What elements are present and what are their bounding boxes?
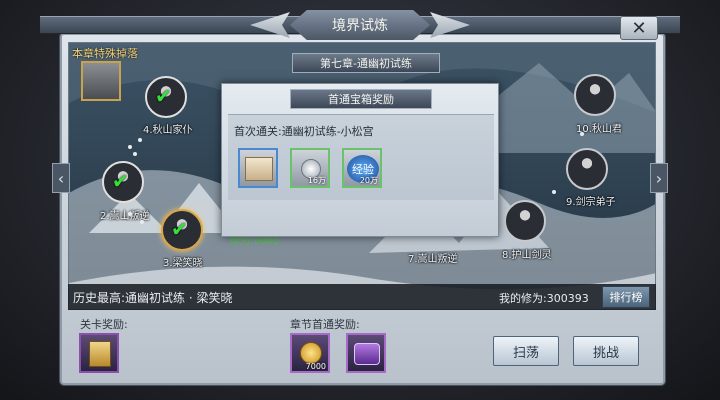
path-dot [138,138,142,142]
reward-item-exp[interactable]: 经验 20万 [342,148,382,188]
reward-item-silver[interactable]: 16万 [290,148,330,188]
cleared-check-icon: ✔ [155,84,172,108]
scroll-icon [245,157,273,181]
gold-coin-icon [300,342,322,364]
stage-reward-item[interactable] [79,333,119,373]
window-title: 境界试炼 [290,10,430,40]
stage-label-7: 7.嵩山叛逆 [408,254,458,265]
title-bar: 境界试炼 [40,10,680,40]
chevron-left-icon: ‹ [57,168,65,188]
reward-amount: 7000 [305,362,326,371]
path-dot [552,190,556,194]
cleared-check-icon: ✔ [171,217,188,241]
stage-node-10[interactable] [574,74,616,116]
path-dot [140,220,144,224]
special-drop-portrait[interactable] [81,61,121,101]
special-drop-label: 本章特殊掉落 [72,47,138,60]
stage-node-4[interactable]: ✔ [145,76,187,118]
reward-item-scroll[interactable] [238,148,278,188]
stage-label-4: 4.秋山家仆 [143,125,193,136]
first-clear-reward-popup: 首通宝箱奖励 首次通关:通幽初试练-小松宫 16万 经验 20万 [221,83,499,237]
path-dot [133,152,137,156]
chapter-reward-item-gold[interactable]: 7000 [290,333,330,373]
close-icon: ✕ [631,17,647,39]
chapter-title: 第七章-通幽初试练 [292,53,440,73]
stage-node-2[interactable]: ✔ [102,161,144,203]
book-icon [89,341,111,367]
chevron-right-icon: › [655,168,663,188]
challenge-button[interactable]: 挑战 [573,336,639,366]
popup-title: 首通宝箱奖励 [290,89,432,109]
path-dot [580,132,584,136]
stage-label-9: 9.剑宗弟子 [566,197,616,208]
reward-amount: 16万 [307,176,326,185]
sweep-button[interactable]: 扫荡 [493,336,559,366]
my-power: 我的修为:300393 [499,292,589,305]
stage-label-8: 8.护山剑灵 [502,250,552,261]
history-best: 历史最高:通幽初试练 · 梁笑晓 [73,291,233,305]
stage-reward-label: 关卡奖励: [80,318,128,331]
chapter-reward-label: 章节首通奖励: [290,318,360,331]
stage-node-9[interactable] [566,148,608,190]
leaderboard-button[interactable]: 排行榜 [602,286,650,308]
cleared-check-icon: ✔ [112,169,129,193]
stage-node-8[interactable] [504,200,546,242]
chapter-reward-item-badge[interactable] [346,333,386,373]
prev-chapter-arrow[interactable]: ‹ [52,163,70,193]
stage-node-3[interactable]: ✔ [161,209,203,251]
stage-label-3: 3.梁笑晓 [163,258,203,269]
title-badge-icon [354,343,380,365]
path-dot [128,212,132,216]
close-button[interactable]: ✕ [620,16,658,40]
path-dot [128,145,132,149]
history-bar: 历史最高:通幽初试练 · 梁笑晓 我的修为:300393 [68,284,656,310]
reward-amount: 20万 [359,176,378,185]
next-chapter-arrow[interactable]: › [650,163,668,193]
popup-subtitle: 首次通关:通幽初试练-小松宫 [234,125,374,138]
